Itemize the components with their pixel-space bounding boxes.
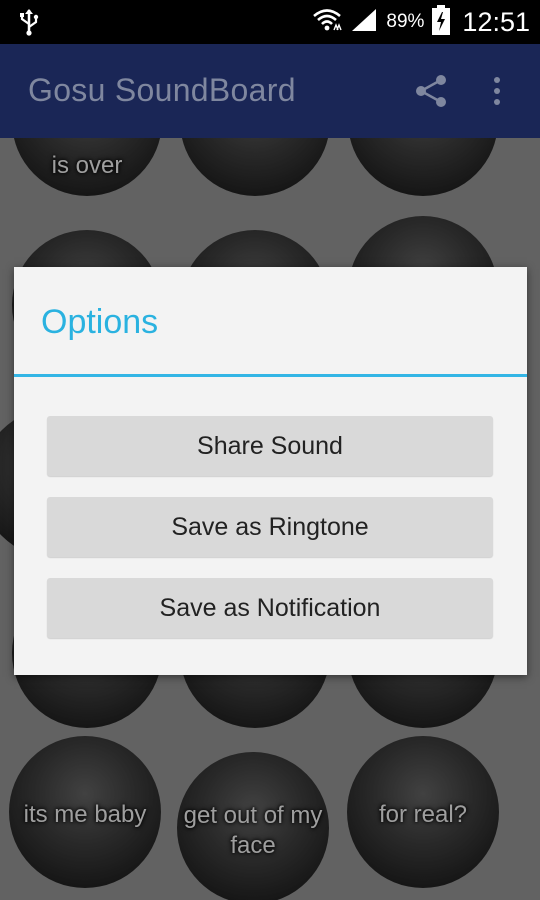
battery-percent: 89% — [386, 11, 425, 32]
options-dialog: Options Share Sound Save as Ringtone Sav… — [14, 267, 527, 675]
status-bar: 89% 12:51 — [0, 0, 540, 44]
save-as-ringtone-button[interactable]: Save as Ringtone — [47, 497, 493, 557]
usb-icon — [18, 8, 40, 41]
overflow-menu-icon[interactable] — [492, 76, 502, 111]
battery-charging-icon — [432, 4, 451, 40]
share-sound-button[interactable]: Share Sound — [47, 416, 493, 476]
app-bar: Gosu SoundBoard — [0, 44, 540, 138]
clock: 12:51 — [462, 6, 530, 37]
save-as-notification-button[interactable]: Save as Notification — [47, 578, 493, 638]
share-icon[interactable] — [414, 74, 448, 113]
signal-icon — [350, 7, 378, 38]
app-title: Gosu SoundBoard — [28, 72, 296, 108]
dialog-divider — [14, 374, 527, 377]
dialog-title: Options — [41, 303, 159, 341]
wifi-icon — [312, 7, 343, 38]
